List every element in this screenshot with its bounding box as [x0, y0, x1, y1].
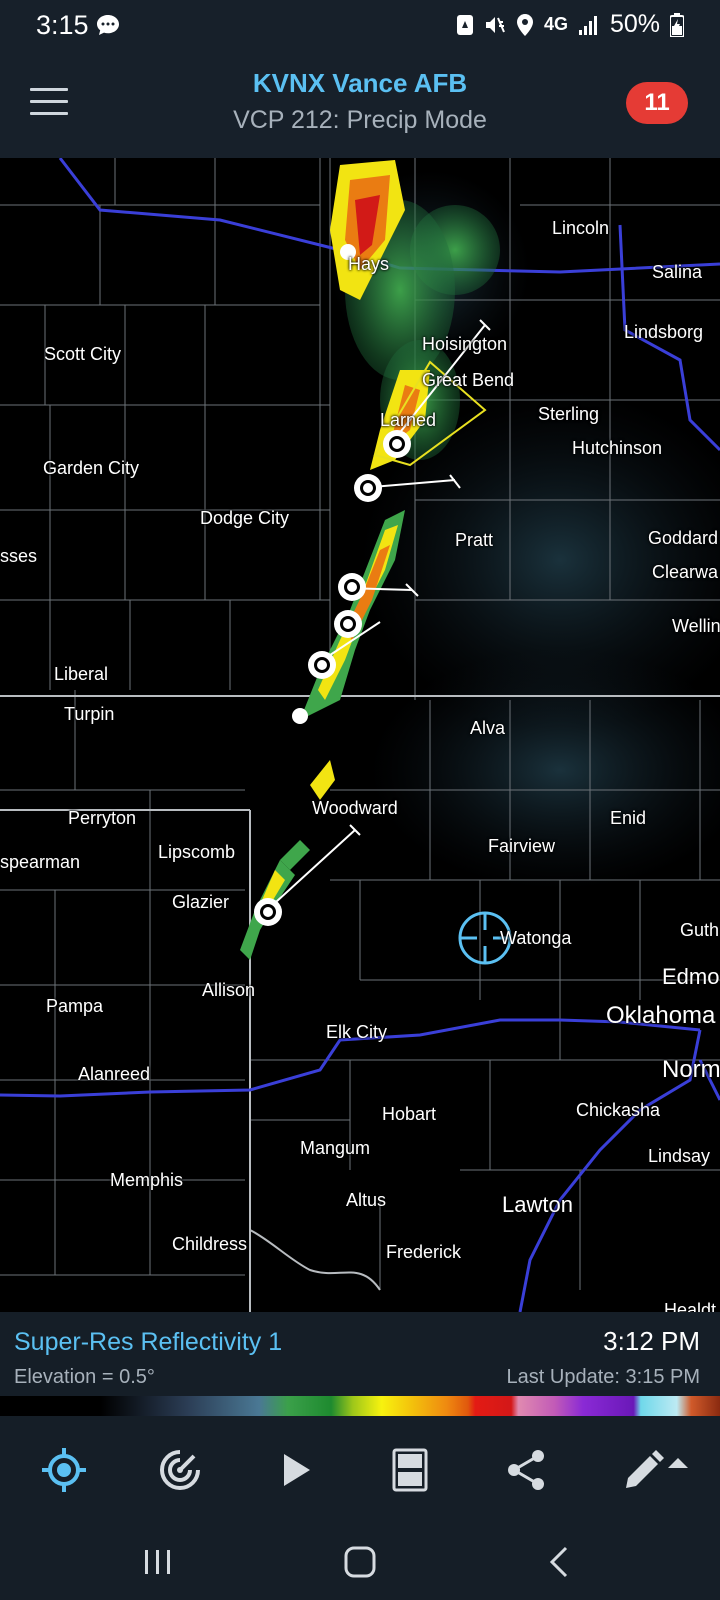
- layout-icon[interactable]: [386, 1446, 434, 1494]
- city-label: Wellin: [672, 616, 720, 636]
- city-label: Altus: [346, 1190, 387, 1210]
- app-notification-icon: [456, 14, 473, 35]
- city-label: Hoisington: [422, 334, 508, 354]
- bottom-toolbar: [0, 1416, 720, 1518]
- radar-station-title[interactable]: KVNX Vance AFB: [0, 68, 720, 99]
- city-label: Lindsay: [648, 1146, 711, 1166]
- reflectivity-color-legend: [0, 1396, 720, 1416]
- message-icon: [97, 15, 119, 35]
- city-label: Scott City: [44, 344, 122, 364]
- city-label: Oklahoma: [606, 1002, 716, 1029]
- city-label: Pampa: [46, 996, 104, 1016]
- city-label: Lincoln: [552, 218, 610, 238]
- radar-map[interactable]: Hays Lincoln Salina Lindsborg Scott City…: [0, 158, 720, 1312]
- product-name[interactable]: Super-Res Reflectivity 1: [14, 1328, 282, 1357]
- mute-icon: [485, 16, 505, 33]
- city-label: Perryton: [68, 808, 137, 828]
- city-label: Woodward: [312, 798, 398, 818]
- city-label: Norm: [662, 1056, 720, 1083]
- city-label: Watonga: [500, 928, 572, 948]
- city-label: Goddard: [648, 528, 719, 548]
- app-header: KVNX Vance AFB VCP 212: Precip Mode 11: [0, 52, 720, 158]
- status-bar: 3:15 4G 50%: [0, 0, 720, 52]
- city-label: Elk City: [326, 1022, 388, 1042]
- city-label: Larned: [380, 410, 437, 430]
- recent-apps-icon[interactable]: [138, 1542, 178, 1582]
- location-pin-icon: [516, 13, 533, 36]
- last-update-label: Last Update: 3:15 PM: [506, 1366, 700, 1388]
- city-label: Salina: [652, 262, 703, 282]
- city-label: Glazier: [172, 892, 230, 912]
- city-label: Turpin: [64, 704, 115, 724]
- back-icon[interactable]: [540, 1542, 580, 1582]
- home-icon[interactable]: [340, 1542, 380, 1582]
- city-label: Edmo: [662, 964, 720, 989]
- battery-charging-icon: [670, 12, 684, 37]
- city-label: Healdt: [664, 1300, 717, 1312]
- city-label: Childress: [172, 1234, 248, 1254]
- radar-mode-subtitle: VCP 212: Precip Mode: [233, 106, 487, 134]
- signal-icon: [578, 15, 597, 35]
- city-label: sses: [0, 546, 38, 566]
- city-label: Alanreed: [78, 1064, 151, 1084]
- city-label: Lindsborg: [624, 322, 704, 342]
- radar-icon[interactable]: [156, 1446, 204, 1494]
- network-type: 4G: [543, 14, 568, 34]
- battery-percent: 50%: [609, 10, 660, 38]
- city-label: Mangum: [300, 1138, 371, 1158]
- product-info-panel: Super-Res Reflectivity 1 Elevation = 0.5…: [0, 1312, 720, 1396]
- city-label: Hobart: [382, 1104, 437, 1124]
- status-time: 3:15: [36, 10, 89, 40]
- city-label: Frederick: [386, 1242, 462, 1262]
- city-label: Guth: [680, 920, 720, 940]
- city-label: Lipscomb: [158, 842, 236, 862]
- city-label: Fairview: [488, 836, 556, 856]
- city-label: Garden City: [43, 458, 140, 478]
- city-label: Lawton: [502, 1192, 573, 1217]
- city-label: Chickasha: [576, 1100, 661, 1120]
- play-icon[interactable]: [272, 1446, 320, 1494]
- city-label: Enid: [610, 808, 647, 828]
- city-label: Liberal: [54, 664, 109, 684]
- city-label: Great Bend: [422, 370, 515, 390]
- city-label: Hutchinson: [572, 438, 663, 458]
- city-label: Dodge City: [200, 508, 290, 528]
- status-indicators: 4G 50%: [456, 10, 684, 39]
- city-label: Alva: [470, 718, 506, 738]
- system-nav-bar: [0, 1518, 720, 1600]
- city-label: Sterling: [538, 404, 600, 424]
- city-label: Pratt: [455, 530, 494, 550]
- elevation-label: Elevation = 0.5°: [14, 1366, 155, 1388]
- scan-time: 3:12 PM: [603, 1326, 700, 1356]
- edit-icon[interactable]: [620, 1446, 690, 1494]
- city-label: Allison: [202, 980, 256, 1000]
- city-label: Hays: [348, 254, 390, 274]
- alerts-badge[interactable]: 11: [626, 82, 688, 124]
- city-label: Clearwa: [652, 562, 719, 582]
- city-label: Memphis: [110, 1170, 184, 1190]
- city-label: spearman: [0, 852, 81, 872]
- share-icon[interactable]: [502, 1446, 550, 1494]
- location-icon[interactable]: [40, 1446, 88, 1494]
